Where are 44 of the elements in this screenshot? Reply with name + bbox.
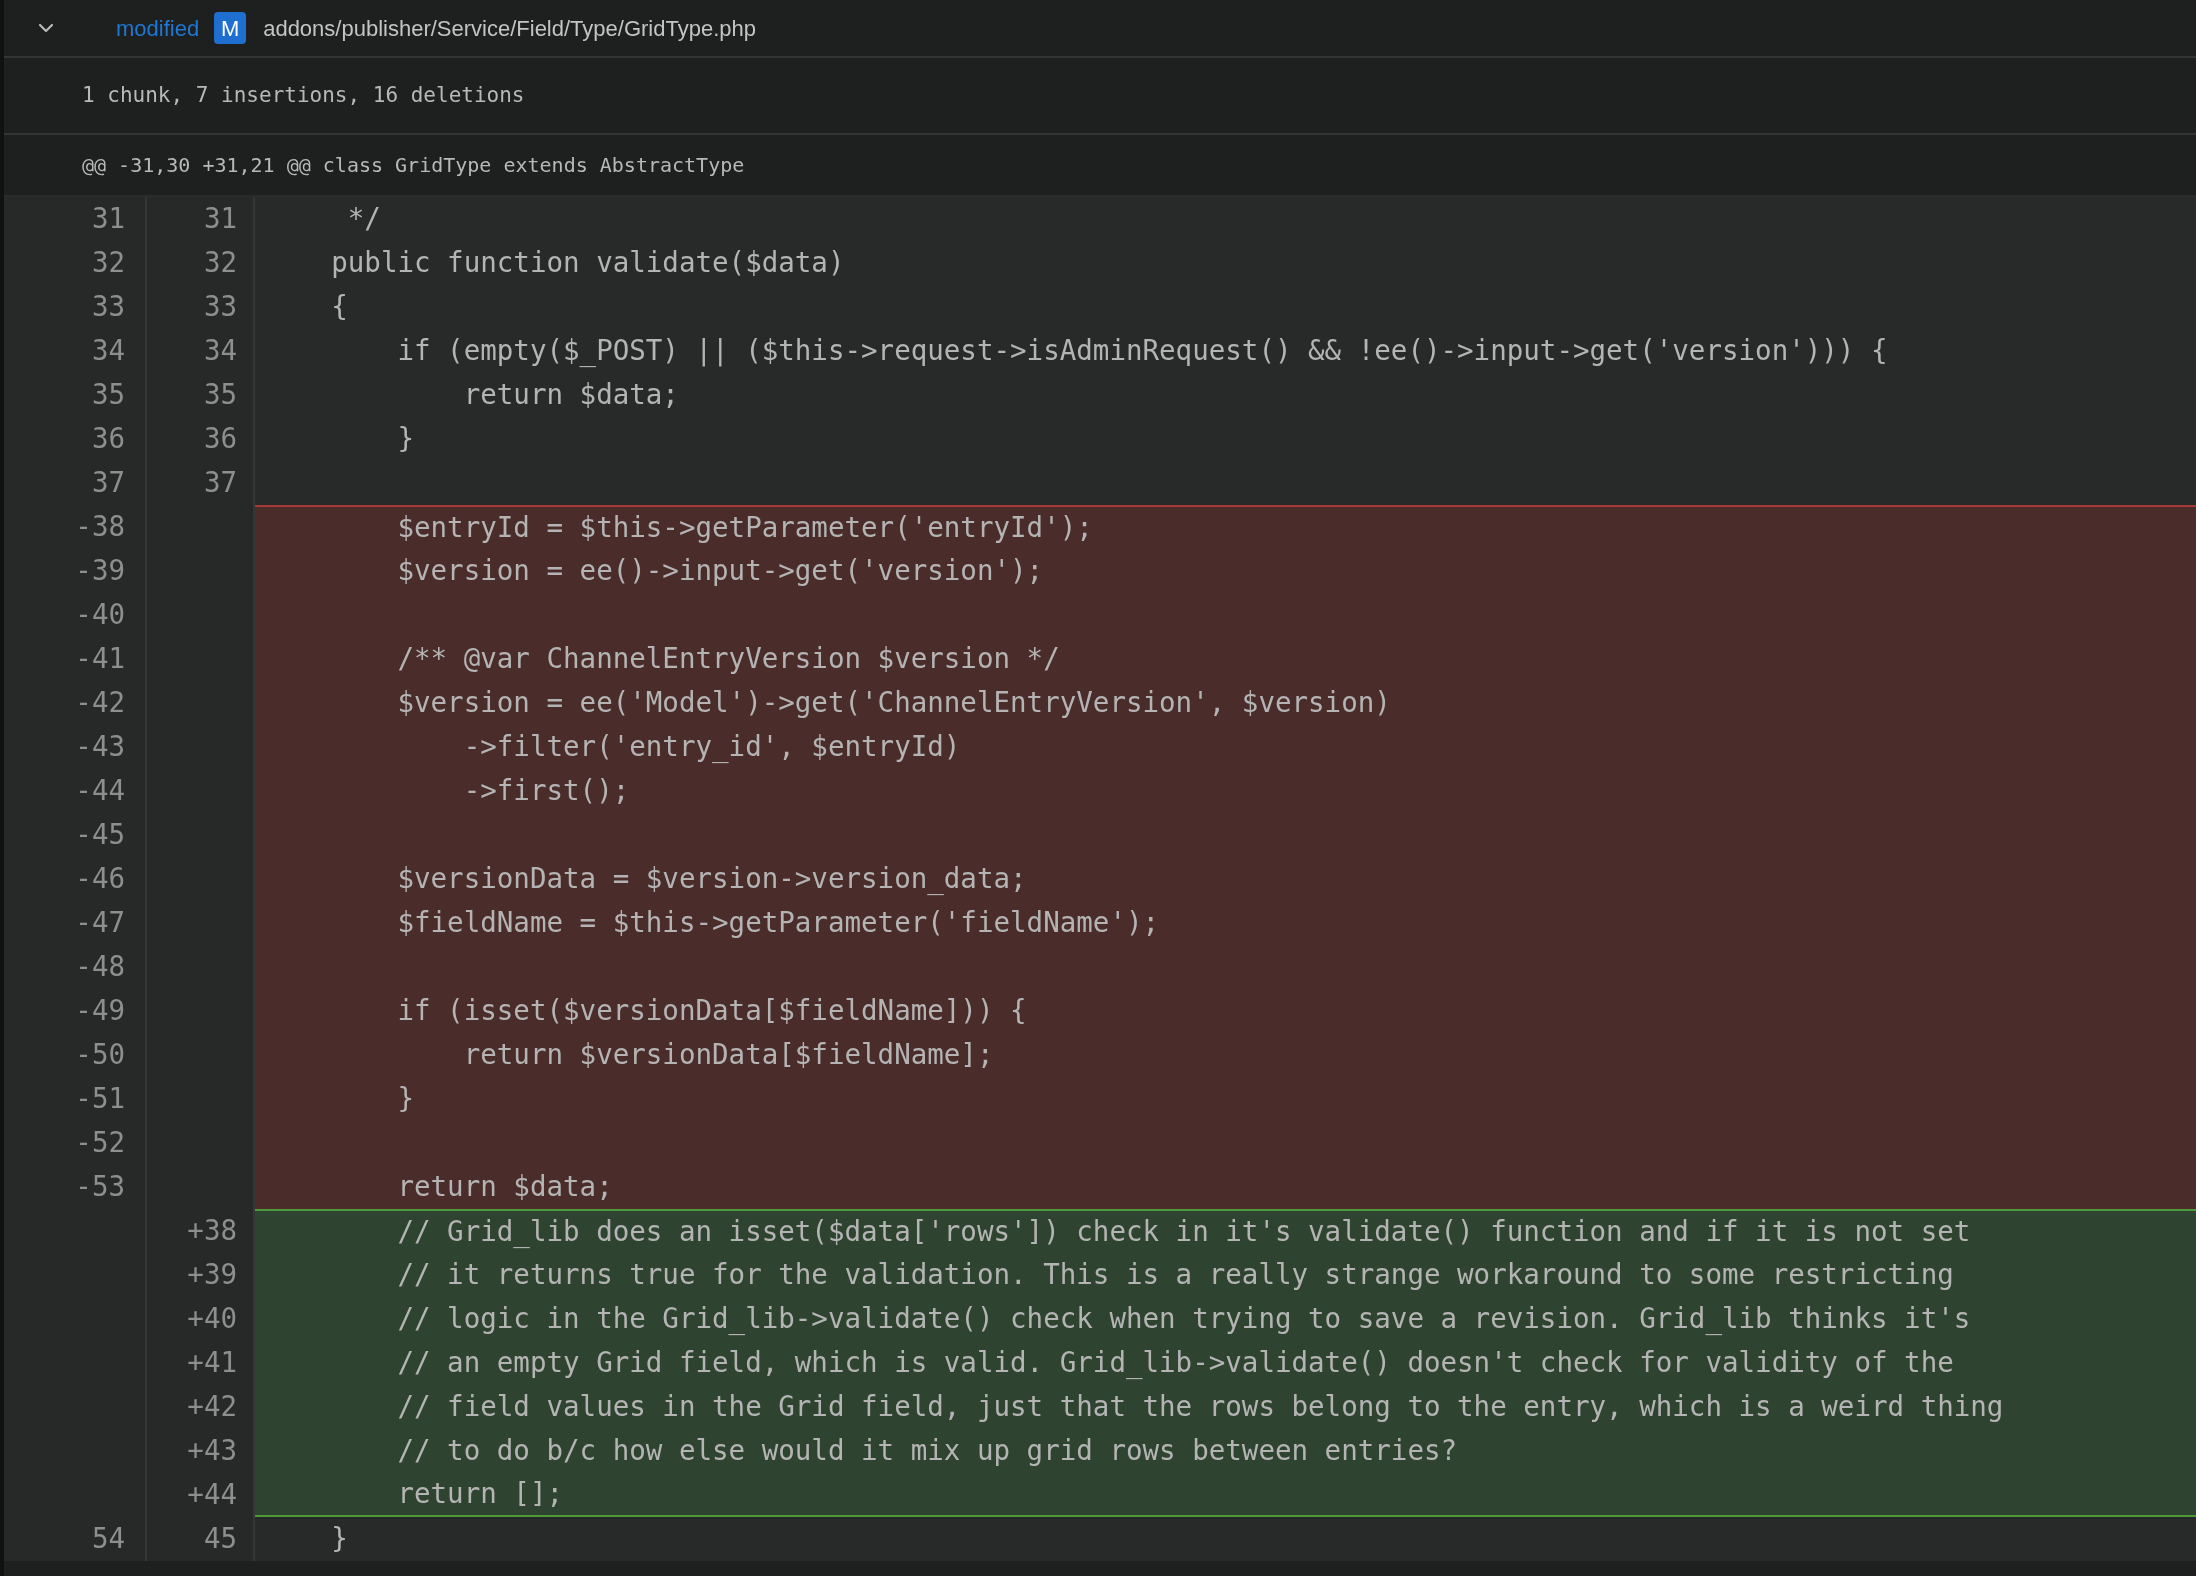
new-line-number: +40	[147, 1297, 255, 1341]
old-line-number: -40	[4, 593, 147, 637]
new-line-number: +38	[147, 1209, 255, 1253]
new-line-number: +41	[147, 1341, 255, 1385]
old-line-number: -47	[4, 901, 147, 945]
new-line-number: +42	[147, 1385, 255, 1429]
old-line-number: -49	[4, 989, 147, 1033]
old-line-number: -43	[4, 725, 147, 769]
old-line-number: -46	[4, 857, 147, 901]
old-line-number: -50	[4, 1033, 147, 1077]
new-line-number: +44	[147, 1473, 255, 1517]
new-line-number: 36	[147, 417, 255, 461]
old-line-number: -41	[4, 637, 147, 681]
diff-summary: 1 chunk, 7 insertions, 16 deletions	[82, 81, 525, 109]
old-line-number: -42	[4, 681, 147, 725]
old-line-number: 54	[4, 1517, 147, 1561]
hunk-header: @@ -31,30 +31,21 @@ class GridType extends AbstractType	[82, 152, 745, 179]
old-line-number: -38	[4, 505, 147, 549]
new-line-number: +39	[147, 1253, 255, 1297]
old-line-number: 31	[4, 197, 147, 241]
old-line-number: -39	[4, 549, 147, 593]
new-line-number: 45	[147, 1517, 255, 1561]
old-line-number: 32	[4, 241, 147, 285]
old-line-number: -45	[4, 813, 147, 857]
new-line-number: 31	[147, 197, 255, 241]
status-badge: M	[214, 12, 247, 44]
old-line-number: -53	[4, 1165, 147, 1209]
old-line-number: -48	[4, 945, 147, 989]
old-line-number: -51	[4, 1077, 147, 1121]
new-line-number: 37	[147, 461, 255, 505]
old-line-number: 36	[4, 417, 147, 461]
new-line-number: +43	[147, 1429, 255, 1473]
old-line-number: -52	[4, 1121, 147, 1165]
file-path[interactable]: addons/publisher/Service/Field/Type/GridType.php	[263, 11, 756, 45]
file-status: modified	[116, 14, 200, 43]
new-line-number: 33	[147, 285, 255, 329]
new-line-number: 32	[147, 241, 255, 285]
old-line-number: 37	[4, 461, 147, 505]
old-line-number: 35	[4, 373, 147, 417]
old-line-number: -44	[4, 769, 147, 813]
new-line-number: 34	[147, 329, 255, 373]
old-line-number: 33	[4, 285, 147, 329]
old-line-number: 34	[4, 329, 147, 373]
new-line-number: 35	[147, 373, 255, 417]
